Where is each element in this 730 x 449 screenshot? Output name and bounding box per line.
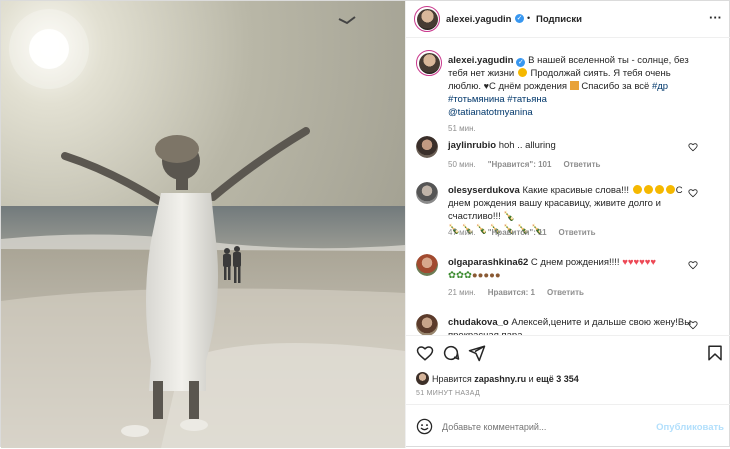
commenter-avatar[interactable] (416, 314, 438, 335)
caption: alexei.yagudin ✓ В нашей вселенной ты - с… (416, 50, 706, 133)
comments-list: alexei.yagudin ✓ В нашей вселенной ты - с… (406, 38, 730, 335)
comment-item: jaylinrubio hoh .. alluring 50 мин. "Нрав… (416, 136, 706, 172)
post-photo[interactable] (1, 1, 405, 448)
caption-time: 51 мин. (448, 124, 476, 133)
caption-username[interactable]: alexei.yagudin (448, 55, 513, 66)
gift-emoji-icon (569, 81, 579, 90)
beach-photo (1, 1, 405, 448)
comment-text: jaylinrubio hoh .. alluring (448, 140, 556, 151)
comment-text: olgaparashkina62 С днем рождения!!!! ♥♥♥… (448, 257, 657, 281)
caption-text: alexei.yagudin ✓ В нашей вселенной ты - с… (448, 55, 689, 118)
bouquet-emoji-icon: ✿✿✿ (448, 270, 472, 281)
commenter-avatar[interactable] (416, 136, 438, 158)
liker-avatar[interactable] (416, 372, 429, 385)
comment-meta: 50 мин. "Нравится": 101 Ответить (448, 160, 612, 169)
comment-time: 50 мин. (448, 160, 476, 169)
author-username[interactable]: alexei.yagudin (446, 14, 511, 25)
reply-button[interactable]: Ответить (547, 288, 584, 297)
liker-username[interactable]: zapashny.ru (474, 374, 526, 384)
add-comment-bar: Опубликовать (406, 404, 730, 449)
comment-input[interactable] (442, 417, 647, 437)
comment-text: chudakova_o Алексей,цените и дальше свою… (448, 317, 692, 335)
caption-avatar[interactable] (416, 50, 442, 76)
heart-icon[interactable] (416, 344, 434, 362)
comment-username[interactable]: olesyserdukova (448, 185, 520, 196)
comment-icon[interactable] (442, 344, 460, 362)
publish-button[interactable]: Опубликовать (656, 422, 724, 433)
comment-meta: 21 мин. Нравится: 1 Ответить (448, 288, 596, 297)
comment-time: 21 мин. (448, 288, 476, 297)
likes-summary: Нравится zapashny.ru и ещё 3 354 (416, 372, 579, 385)
commenter-avatar[interactable] (416, 182, 438, 204)
mention-link[interactable]: @tatianatotmyanina (448, 107, 533, 118)
heart-icon[interactable] (688, 260, 698, 270)
comment-likes[interactable]: "Нравится": 101 (488, 160, 552, 169)
comment-time: 47 мин. (448, 228, 476, 237)
champagne-emoji-icon: 🍾 (503, 211, 516, 222)
post-side-panel: alexei.yagudin ✓ • Подписки ··· alexei.y… (405, 1, 730, 448)
share-icon[interactable] (468, 344, 486, 362)
red-hearts-emoji-icon: ♥♥♥♥♥♥ (622, 257, 657, 268)
heart-icon[interactable] (688, 188, 698, 198)
emoji-icon[interactable] (416, 418, 433, 435)
commenter-avatar[interactable] (416, 254, 438, 276)
cake-emoji-icon: ●●●●● (471, 270, 501, 281)
comment-meta: 47 мин. "Нравится": 11 Ответить (448, 228, 608, 237)
reply-button[interactable]: Ответить (563, 160, 600, 169)
comment-username[interactable]: jaylinrubio (448, 140, 496, 151)
heart-icon[interactable] (688, 142, 698, 152)
follow-status-button[interactable]: Подписки (536, 14, 582, 25)
instagram-post: alexei.yagudin ✓ • Подписки ··· alexei.y… (0, 0, 730, 448)
comment-username[interactable]: chudakova_o (448, 317, 509, 328)
likes-count-link[interactable]: ещё 3 354 (536, 374, 579, 384)
comment-likes[interactable]: "Нравится": 11 (488, 228, 547, 237)
sun-emoji-icon (517, 68, 527, 77)
post-header: alexei.yagudin ✓ • Подписки ··· (406, 1, 730, 38)
post-actions: Нравится zapashny.ru и ещё 3 354 51 МИНУ… (406, 335, 730, 448)
verified-icon: ✓ (515, 14, 524, 23)
more-icon[interactable]: ··· (709, 10, 722, 25)
reply-button[interactable]: Ответить (559, 228, 596, 237)
post-timestamp: 51 МИНУТ НАЗАД (416, 390, 481, 397)
author-avatar[interactable] (414, 6, 440, 32)
comment-likes[interactable]: Нравится: 1 (488, 288, 535, 297)
smile-emoji-icon (632, 185, 676, 196)
header-separator: • (527, 13, 531, 23)
heart-icon[interactable] (688, 320, 698, 330)
comment-item: chudakova_o Алексей,цените и дальше свою… (416, 312, 706, 335)
comment-username[interactable]: olgaparashkina62 (448, 257, 528, 268)
bookmark-icon[interactable] (706, 344, 724, 362)
comment-item: olgaparashkina62 С днем рождения!!!! ♥♥♥… (416, 252, 706, 302)
comment-item: olesyserdukova Какие красивые слова!!! С… (416, 180, 706, 242)
